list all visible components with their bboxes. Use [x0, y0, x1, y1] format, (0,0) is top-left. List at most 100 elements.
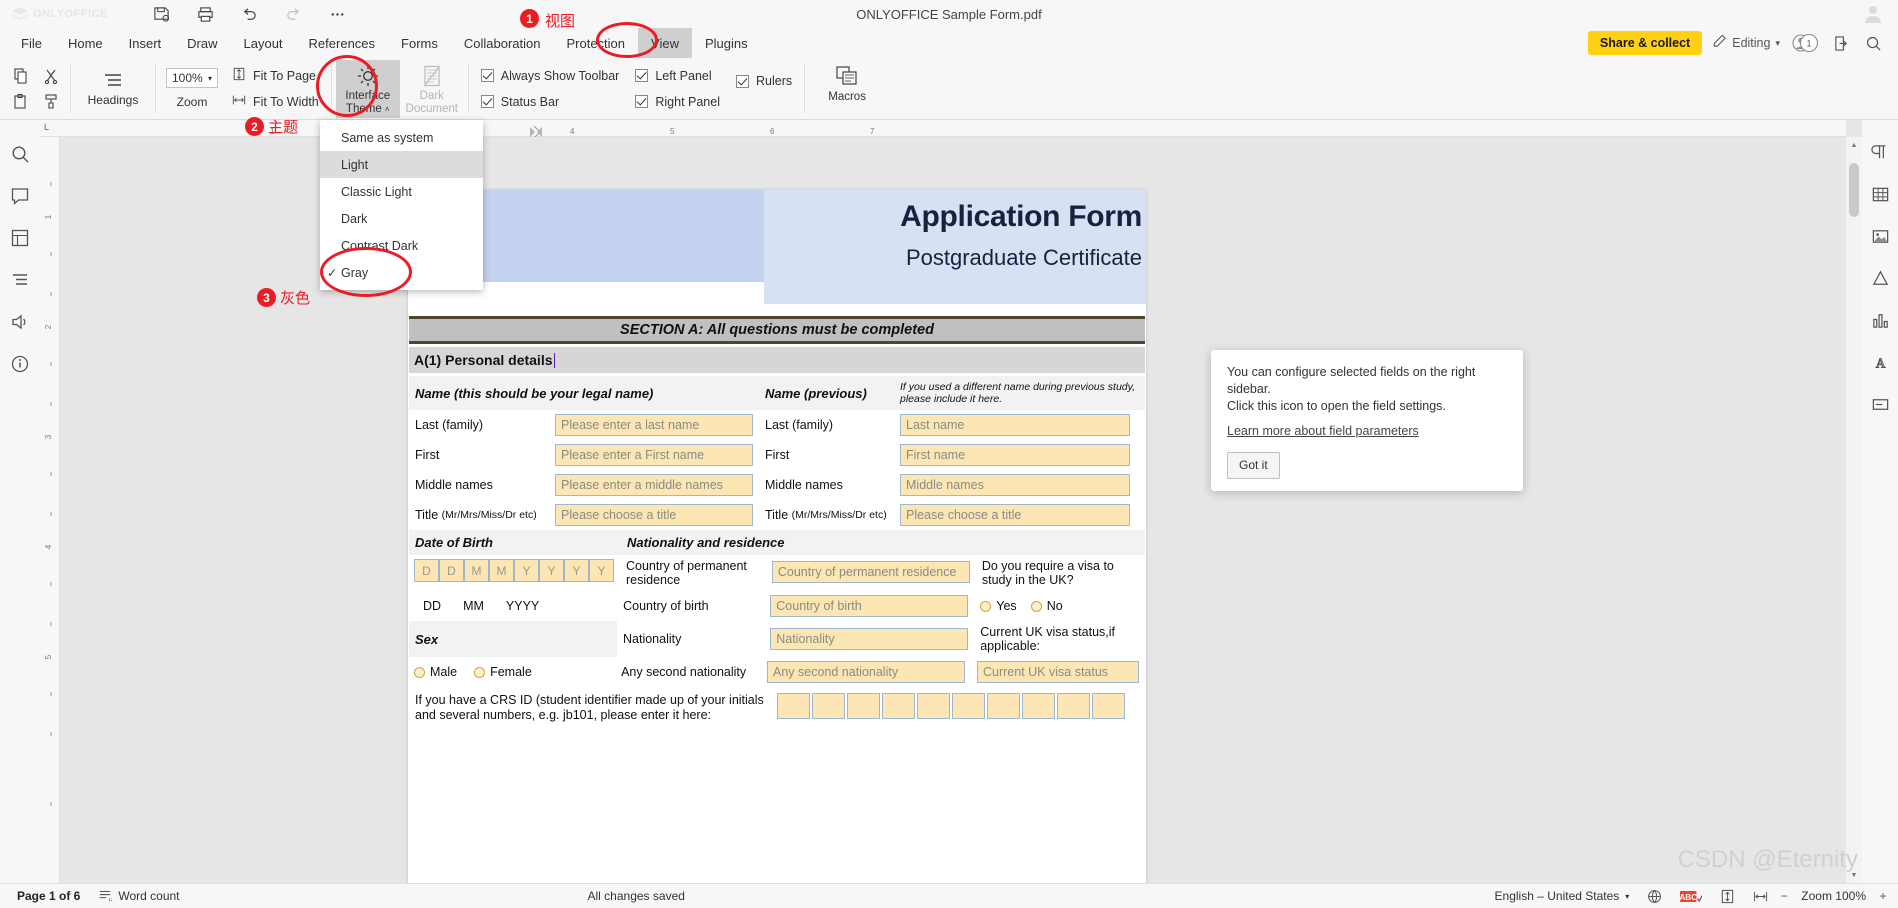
tab-collaboration[interactable]: Collaboration — [451, 28, 554, 58]
collaborators-badge[interactable]: 1 — [1790, 33, 1820, 53]
sex-male-option[interactable]: Male — [414, 665, 457, 679]
dob-box[interactable]: M — [464, 559, 489, 582]
word-count-button[interactable]: 123 Word count — [89, 888, 188, 905]
vertical-ruler[interactable]: 1 2 3 4 5 — [40, 137, 60, 883]
visa-yes-option[interactable]: Yes — [980, 599, 1017, 613]
learn-more-link[interactable]: Learn more about field parameters — [1227, 423, 1419, 440]
shape-settings-icon[interactable] — [1868, 266, 1892, 290]
radio-button[interactable] — [980, 600, 992, 612]
tab-plugins[interactable]: Plugins — [692, 28, 761, 58]
macros-button[interactable]: Macros — [815, 60, 879, 118]
tab-view[interactable]: View — [638, 28, 692, 58]
crs-box[interactable] — [987, 693, 1020, 719]
prev-middle-names-field[interactable]: Middle names — [900, 474, 1130, 496]
document-page[interactable]: Application Form Postgraduate Certificat… — [408, 190, 1146, 883]
dob-box[interactable]: Y — [589, 559, 614, 582]
got-it-button[interactable]: Got it — [1227, 452, 1280, 479]
fit-to-width-button[interactable]: Fit To Width — [232, 93, 319, 110]
zoom-select[interactable]: 100% ▾ — [166, 68, 218, 88]
spellcheck-icon[interactable]: ABC — [1671, 889, 1711, 904]
tab-forms[interactable]: Forms — [388, 28, 451, 58]
visa-no-option[interactable]: No — [1030, 599, 1063, 613]
dob-box[interactable]: D — [439, 559, 464, 582]
share-and-collect-button[interactable]: Share & collect — [1587, 31, 1703, 55]
theme-option-contrast-dark[interactable]: Contrast Dark — [320, 232, 483, 259]
text-to-speech-icon[interactable] — [8, 310, 32, 334]
radio-button[interactable] — [414, 666, 425, 678]
fit-to-page-status-icon[interactable] — [1711, 889, 1744, 904]
title-field[interactable]: Please choose a title — [555, 504, 753, 526]
sex-female-option[interactable]: Female — [474, 665, 532, 679]
form-settings-icon[interactable] — [1868, 392, 1892, 416]
always-show-toolbar-checkbox[interactable]: Always Show Toolbar — [480, 69, 619, 83]
search-icon[interactable] — [1862, 32, 1884, 54]
interface-theme-dropdown[interactable]: Same as system Light Classic Light Dark … — [320, 120, 483, 290]
crs-id-boxes[interactable] — [771, 687, 1145, 723]
copy-icon[interactable] — [10, 66, 32, 86]
paragraph-settings-icon[interactable] — [1868, 140, 1892, 164]
dob-box-group[interactable]: D D M M Y Y Y Y — [409, 555, 620, 586]
theme-option-light[interactable]: Light — [320, 151, 483, 178]
more-icon[interactable] — [326, 3, 348, 25]
fit-to-page-button[interactable]: Fit To Page — [232, 67, 319, 84]
crs-box[interactable] — [777, 693, 810, 719]
visa-status-field[interactable]: Current UK visa status — [977, 661, 1139, 683]
save-icon[interactable] — [150, 3, 172, 25]
undo-icon[interactable] — [238, 3, 260, 25]
crs-box[interactable] — [1092, 693, 1125, 719]
prev-last-name-field[interactable]: Last name — [900, 414, 1130, 436]
tab-stop-indicator[interactable]: L — [44, 122, 49, 132]
crs-box[interactable] — [1022, 693, 1055, 719]
tab-home[interactable]: Home — [55, 28, 116, 58]
status-bar-checkbox[interactable]: Status Bar — [480, 95, 620, 109]
scrollbar-thumb[interactable] — [1849, 163, 1859, 217]
right-panel-checkbox[interactable]: Right Panel — [635, 95, 720, 109]
navigation-icon[interactable] — [8, 268, 32, 292]
country-birth-field[interactable]: Country of birth — [770, 595, 969, 617]
tab-file[interactable]: File — [8, 28, 55, 58]
print-icon[interactable] — [194, 3, 216, 25]
crs-box[interactable] — [812, 693, 845, 719]
chart-settings-icon[interactable] — [1868, 308, 1892, 332]
crs-box[interactable] — [882, 693, 915, 719]
zoom-out-button[interactable]: − — [1777, 889, 1791, 903]
tab-references[interactable]: References — [296, 28, 388, 58]
nationality-field[interactable]: Nationality — [770, 628, 969, 650]
about-icon[interactable] — [8, 352, 32, 376]
open-file-location-icon[interactable] — [1830, 32, 1852, 54]
left-panel-checkbox[interactable]: Left Panel — [635, 69, 720, 83]
interface-theme-button[interactable]: Interface Theme ˄ — [335, 59, 400, 118]
sex-radio-group[interactable]: Male Female — [409, 657, 615, 687]
language-selector[interactable]: English – United States ▾ — [1486, 889, 1639, 903]
vertical-scrollbar[interactable]: ▲ ▼ — [1846, 137, 1862, 883]
visa-radio-group[interactable]: Yes No — [974, 591, 1145, 621]
horizontal-ruler[interactable]: L 1 2 3 4 5 6 7 — [40, 120, 1846, 139]
crs-box[interactable] — [952, 693, 985, 719]
tab-layout[interactable]: Layout — [231, 28, 296, 58]
dob-box[interactable]: M — [489, 559, 514, 582]
prev-title-field[interactable]: Please choose a title — [900, 504, 1130, 526]
tab-insert[interactable]: Insert — [116, 28, 175, 58]
paste-icon[interactable] — [10, 92, 32, 112]
cut-icon[interactable] — [40, 66, 62, 86]
country-residence-field[interactable]: Country of permanent residence — [771, 561, 970, 583]
dob-box[interactable]: Y — [514, 559, 539, 582]
theme-option-gray[interactable]: ✓ Gray — [320, 259, 483, 286]
radio-button[interactable] — [474, 666, 486, 678]
tab-draw[interactable]: Draw — [174, 28, 230, 58]
editing-mode-selector[interactable]: Editing ▾ — [1712, 34, 1780, 52]
second-nationality-field[interactable]: Any second nationality — [767, 661, 965, 683]
zoom-in-button[interactable]: + — [1876, 889, 1890, 903]
page-indicator[interactable]: Page 1 of 6 — [8, 889, 89, 903]
middle-names-field[interactable]: Please enter a middle names — [555, 474, 753, 496]
set-document-language-icon[interactable] — [1638, 889, 1671, 904]
crs-box[interactable] — [847, 693, 880, 719]
scroll-up-icon[interactable]: ▲ — [1846, 137, 1862, 153]
headings-button[interactable]: Headings — [81, 70, 145, 107]
table-settings-icon[interactable] — [1868, 182, 1892, 206]
theme-option-same-as-system[interactable]: Same as system — [320, 124, 483, 151]
image-settings-icon[interactable] — [1868, 224, 1892, 248]
dob-box[interactable]: D — [414, 559, 439, 582]
copy-style-icon[interactable] — [40, 92, 62, 112]
dob-box[interactable]: Y — [564, 559, 589, 582]
